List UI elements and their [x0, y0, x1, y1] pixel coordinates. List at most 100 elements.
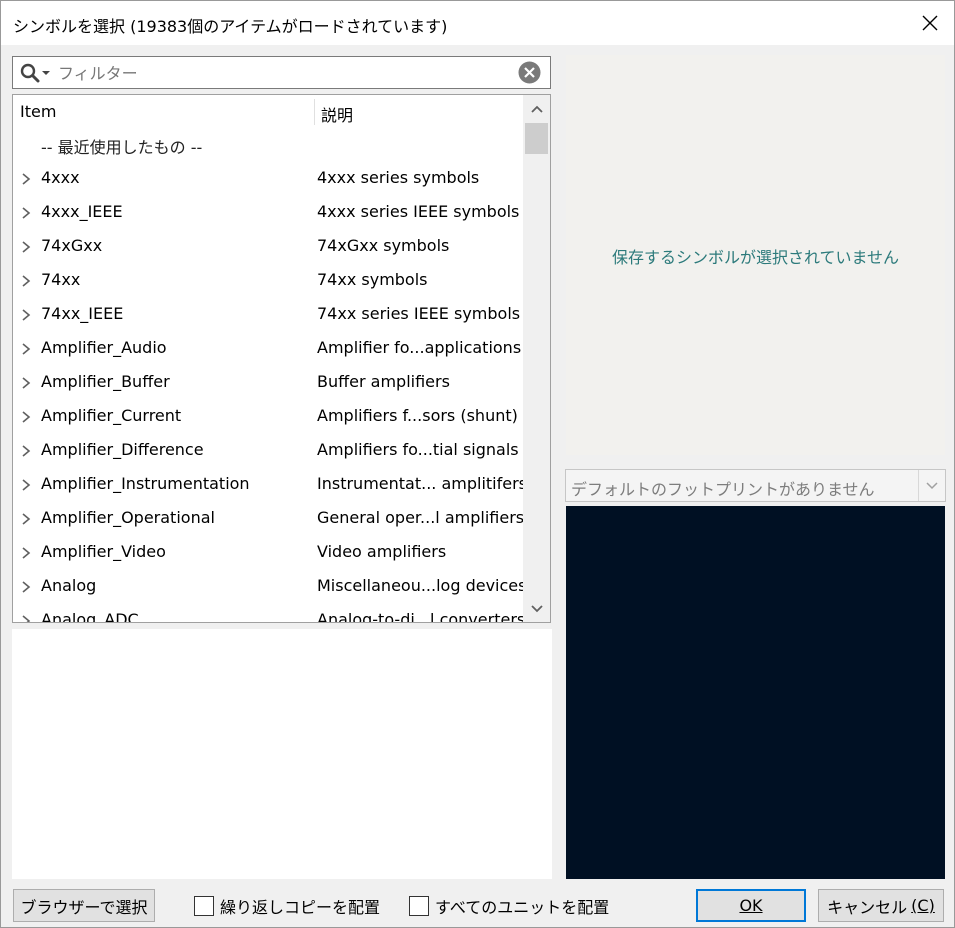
row-item-name: Analog — [41, 576, 97, 595]
row-item-description: Amplifiers f...sors (shunt) — [317, 406, 518, 425]
close-icon — [922, 15, 938, 31]
all-units-checkbox[interactable]: すべてのユニットを配置 — [409, 895, 609, 917]
tree-row[interactable]: 74xx_IEEE 74xx series IEEE symbols — [13, 298, 523, 332]
tree-row[interactable]: Amplifier_Instrumentation Instrumentat...… — [13, 468, 523, 502]
scroll-thumb[interactable] — [525, 123, 548, 154]
cancel-button[interactable]: キャンセル (C) — [818, 889, 944, 922]
symbol-preview-panel: 保存するシンボルが選択されていません — [566, 55, 945, 455]
checkbox-box[interactable] — [409, 896, 429, 916]
row-item-name: Analog_ADC — [41, 610, 139, 623]
scroll-up-button[interactable] — [523, 95, 550, 122]
ok-button-label: OK — [739, 896, 763, 915]
tree-row[interactable]: Analog Miscellaneou...log devices — [13, 570, 523, 604]
tree-row[interactable]: Amplifier_Buffer Buffer amplifiers — [13, 366, 523, 400]
tree-row[interactable]: Analog_ADC Analog-to-di...l converters — [13, 604, 523, 623]
symbol-details-panel — [12, 629, 552, 879]
clear-filter-icon[interactable] — [518, 61, 541, 84]
column-separator[interactable] — [314, 99, 315, 125]
chevron-right-icon[interactable] — [21, 479, 31, 491]
window-title: シンボルを選択 (19383個のアイテムがロードされています) — [13, 17, 448, 36]
filter-input[interactable] — [58, 61, 508, 85]
tree-row[interactable]: 74xx 74xx symbols — [13, 264, 523, 298]
row-item-description: 4xxx series symbols — [317, 168, 480, 187]
chevron-right-icon[interactable] — [21, 377, 31, 389]
chevron-down-icon — [926, 481, 938, 489]
chevron-right-icon[interactable] — [21, 513, 31, 525]
chevron-up-icon — [530, 105, 543, 113]
footprint-preview-canvas[interactable] — [566, 506, 945, 879]
row-item-description: Amplifiers fo...tial signals — [317, 440, 519, 459]
checkbox-box[interactable] — [194, 896, 214, 916]
row-item-name: Amplifier_Audio — [41, 338, 167, 357]
row-item-name: Amplifier_Current — [41, 406, 182, 425]
chevron-right-icon[interactable] — [21, 547, 31, 559]
row-item-description: 74xGxx symbols — [317, 236, 450, 255]
chevron-down-icon — [530, 604, 543, 612]
tree-row[interactable]: 4xxx 4xxx series symbols — [13, 162, 523, 196]
footprint-dropdown-arrow[interactable] — [918, 470, 945, 501]
chevron-right-icon[interactable] — [21, 411, 31, 423]
symbol-library-tree[interactable]: Item 説明 -- 最近使用したもの -- 4xxx 4xxx series s… — [12, 94, 551, 623]
close-button[interactable] — [906, 1, 954, 45]
tree-rows: -- 最近使用したもの -- 4xxx 4xxx series symbols 4x… — [13, 128, 523, 623]
tree-row[interactable]: 74xGxx 74xGxx symbols — [13, 230, 523, 264]
row-item-description: 74xx series IEEE symbols — [317, 304, 521, 323]
chevron-right-icon[interactable] — [21, 275, 31, 287]
row-item-name: 4xxx_IEEE — [41, 202, 123, 221]
recent-items-label: -- 最近使用したもの -- — [41, 138, 203, 157]
column-header-item[interactable]: Item — [20, 102, 56, 121]
row-item-name: 74xx_IEEE — [41, 304, 124, 323]
chevron-right-icon[interactable] — [21, 207, 31, 219]
row-item-name: 4xxx — [41, 168, 80, 187]
symbol-chooser-dialog: シンボルを選択 (19383個のアイテムがロードされています) Item 説明 … — [0, 0, 955, 928]
row-item-description: Video amplifiers — [317, 542, 447, 561]
row-item-name: Amplifier_Instrumentation — [41, 474, 250, 493]
recent-items-row[interactable]: -- 最近使用したもの -- — [13, 128, 523, 162]
row-item-description: Analog-to-di...l converters — [317, 610, 523, 623]
chevron-right-icon[interactable] — [21, 309, 31, 321]
row-item-description: 4xxx series IEEE symbols — [317, 202, 520, 221]
row-item-name: Amplifier_Buffer — [41, 372, 170, 391]
filter-box — [12, 56, 551, 89]
row-item-description: Amplifier fo...applications — [317, 338, 522, 357]
search-icon[interactable] — [20, 63, 52, 83]
row-item-description: Miscellaneou...log devices — [317, 576, 523, 595]
repeat-copy-checkbox[interactable]: 繰り返しコピーを配置 — [194, 895, 380, 917]
row-item-name: 74xGxx — [41, 236, 103, 255]
row-item-name: Amplifier_Difference — [41, 440, 204, 459]
footprint-select[interactable]: デフォルトのフットプリントがありません — [565, 469, 946, 502]
tree-header: Item 説明 — [13, 95, 523, 128]
browse-button[interactable]: ブラウザーで選択 — [13, 889, 155, 922]
vertical-scrollbar[interactable] — [523, 95, 550, 622]
chevron-right-icon[interactable] — [21, 343, 31, 355]
footprint-select-value: デフォルトのフットプリントがありません — [571, 480, 875, 499]
row-item-description: 74xx symbols — [317, 270, 428, 289]
row-item-name: 74xx — [41, 270, 81, 289]
chevron-right-icon[interactable] — [21, 445, 31, 457]
row-item-name: Amplifier_Video — [41, 542, 166, 561]
cancel-button-label: キャンセル — [827, 897, 908, 917]
row-item-description: Buffer amplifiers — [317, 372, 450, 391]
title-bar: シンボルを選択 (19383個のアイテムがロードされています) — [1, 1, 954, 45]
tree-row[interactable]: Amplifier_Operational General oper...l am… — [13, 502, 523, 536]
tree-row[interactable]: Amplifier_Audio Amplifier fo...applicatio… — [13, 332, 523, 366]
row-item-name: Amplifier_Operational — [41, 508, 215, 527]
cancel-accelerator: (C) — [911, 896, 935, 915]
column-header-description[interactable]: 説明 — [321, 102, 353, 126]
ok-button[interactable]: OK — [696, 889, 806, 922]
chevron-right-icon[interactable] — [21, 615, 31, 623]
no-symbol-message: 保存するシンボルが選択されていません — [611, 248, 900, 267]
row-item-description: Instrumentat... amplitifers — [317, 474, 523, 493]
chevron-right-icon[interactable] — [21, 241, 31, 253]
scroll-down-button[interactable] — [523, 595, 550, 622]
tree-row[interactable]: Amplifier_Current Amplifiers f...sors (sh… — [13, 400, 523, 434]
tree-row[interactable]: Amplifier_Difference Amplifiers fo...tial… — [13, 434, 523, 468]
chevron-right-icon[interactable] — [21, 173, 31, 185]
tree-row[interactable]: 4xxx_IEEE 4xxx series IEEE symbols — [13, 196, 523, 230]
row-item-description: General oper...l amplifiers — [317, 508, 523, 527]
chevron-right-icon[interactable] — [21, 581, 31, 593]
browse-button-label: ブラウザーで選択 — [20, 897, 148, 917]
repeat-copy-label: 繰り返しコピーを配置 — [220, 898, 381, 917]
tree-row[interactable]: Amplifier_Video Video amplifiers — [13, 536, 523, 570]
all-units-label: すべてのユニットを配置 — [435, 898, 610, 917]
